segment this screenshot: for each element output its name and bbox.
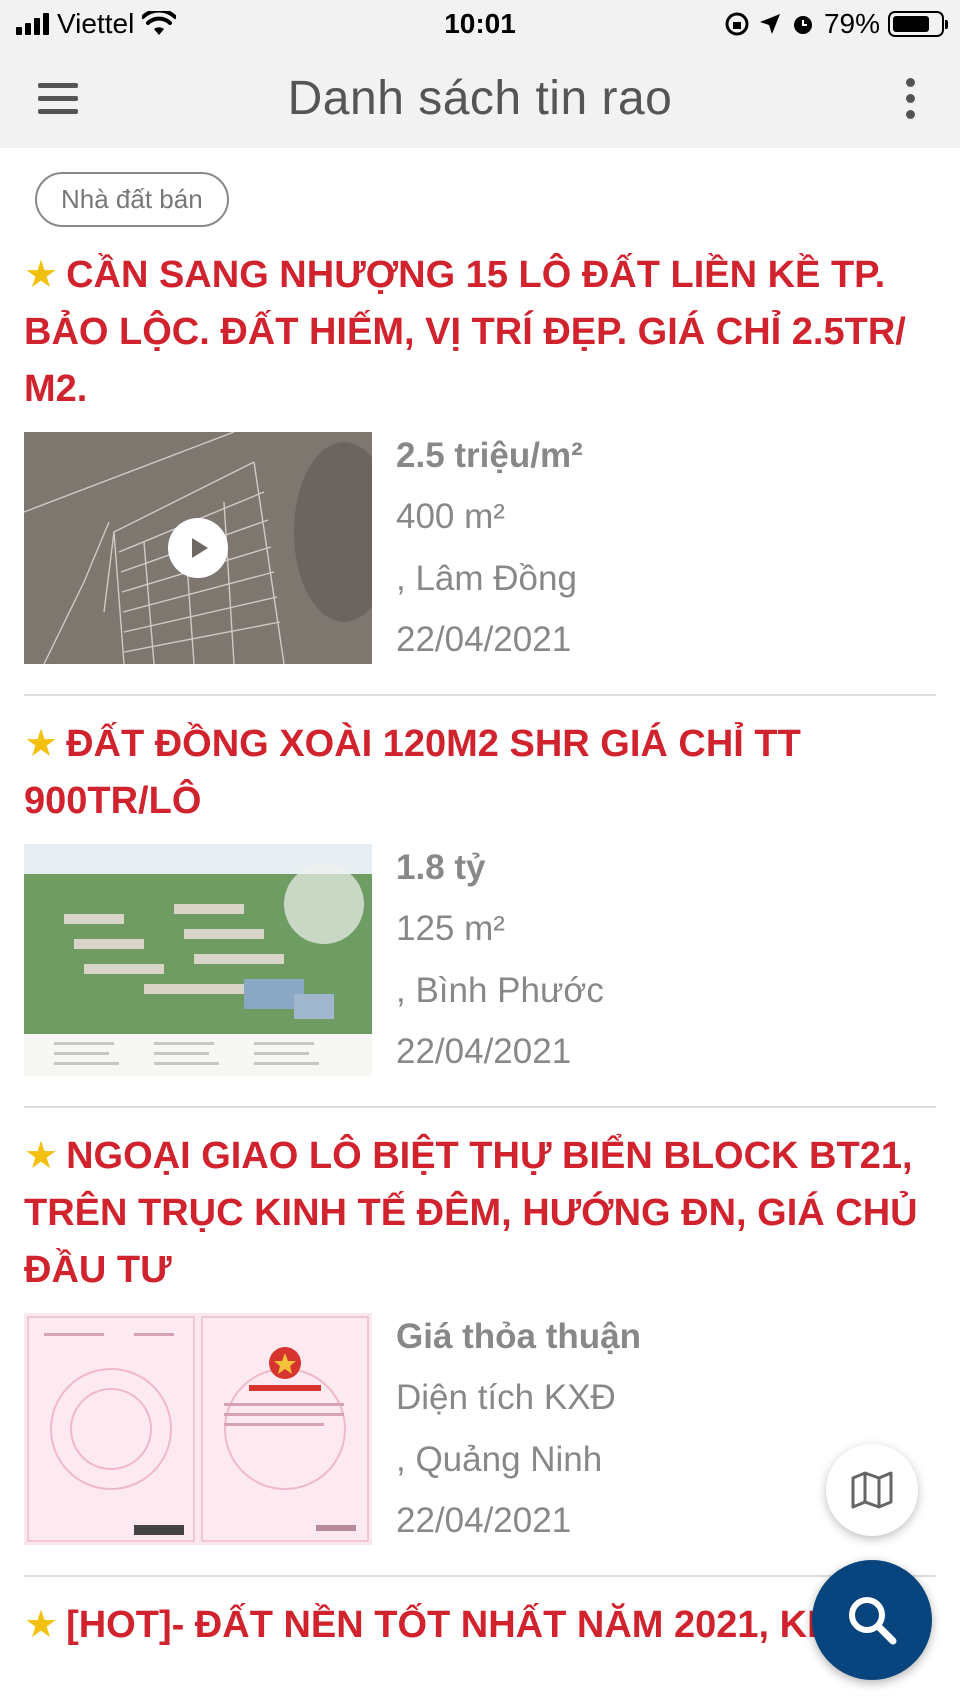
listing-price: 2.5 triệu/m² <box>396 436 583 475</box>
map-icon <box>851 1471 893 1509</box>
listing-info: 1.8 tỷ 125 m² , Bình Phước 22/04/2021 <box>396 844 604 1076</box>
listing-thumbnail[interactable] <box>24 844 372 1076</box>
listing-item[interactable]: ★ CẦN SANG NHƯỢNG 15 LÔ ĐẤT LIỀN KỀ TP. B… <box>24 227 936 696</box>
search-icon <box>849 1597 897 1645</box>
battery-percent: 79% <box>823 8 880 39</box>
listing-date: 22/04/2021 <box>396 1031 572 1071</box>
listing-body: 2.5 triệu/m² 400 m² , Lâm Đồng 22/04/202… <box>24 432 936 664</box>
listing-price: 1.8 tỷ <box>396 848 486 887</box>
listing-info: 2.5 triệu/m² 400 m² , Lâm Đồng 22/04/202… <box>396 432 583 664</box>
status-left: Viettel <box>16 8 177 40</box>
more-vertical-icon[interactable] <box>890 70 930 126</box>
carrier-name: Viettel <box>57 8 135 39</box>
listing-body: Giá thỏa thuận Diện tích KXĐ , Quảng Nin… <box>24 1313 936 1545</box>
status-right: 79% <box>724 8 948 40</box>
star-icon: ★ <box>24 254 59 296</box>
listing-item[interactable]: ★ NGOẠI GIAO LÔ BIỆT THỰ BIỂN BLOCK BT21,… <box>24 1108 936 1577</box>
location-arrow-icon <box>759 14 780 34</box>
play-icon[interactable] <box>168 518 228 578</box>
listing-content: Nhà đất bán ★ CẦN SANG NHƯỢNG 15 LÔ ĐẤT L… <box>0 148 960 1654</box>
star-icon: ★ <box>24 1135 59 1177</box>
filter-chip[interactable]: Nhà đất bán <box>35 172 229 227</box>
signal-icon <box>16 13 49 35</box>
listing-area: Diện tích KXĐ <box>396 1378 616 1418</box>
listing-title[interactable]: ★ [HOT]- ĐẤT NỀN TỐT NHẤT NĂM 2021, KHU <box>24 1597 936 1654</box>
wifi-icon <box>142 11 177 35</box>
rotation-lock-icon <box>725 12 749 36</box>
listing-location: , Quảng Ninh <box>396 1439 603 1479</box>
listing-info: Giá thỏa thuận Diện tích KXĐ , Quảng Nin… <box>396 1313 641 1545</box>
status-bar: Viettel 10:01 79% <box>0 0 960 48</box>
listing-area: 400 m² <box>396 497 505 537</box>
search-button[interactable] <box>812 1560 932 1680</box>
listing-price: Giá thỏa thuận <box>396 1317 641 1356</box>
listing-location: , Lâm Đồng <box>396 558 577 598</box>
battery-icon <box>888 11 948 37</box>
listing-title[interactable]: ★ NGOẠI GIAO LÔ BIỆT THỰ BIỂN BLOCK BT21,… <box>24 1128 936 1299</box>
listing-item[interactable]: ★ [HOT]- ĐẤT NỀN TỐT NHẤT NĂM 2021, KHU <box>24 1577 936 1654</box>
listing-location: , Bình Phước <box>396 970 604 1010</box>
star-icon: ★ <box>24 723 59 765</box>
listing-item[interactable]: ★ ĐẤT ĐỒNG XOÀI 120M2 SHR GIÁ CHỈ TT 900T… <box>24 696 936 1108</box>
app-bar: Danh sách tin rao <box>0 48 960 148</box>
listing-date: 22/04/2021 <box>396 619 572 659</box>
land-certificate-image <box>24 1313 372 1545</box>
alarm-icon <box>793 16 812 34</box>
menu-icon[interactable] <box>30 70 86 126</box>
listing-body: 1.8 tỷ 125 m² , Bình Phước 22/04/2021 <box>24 844 936 1076</box>
listing-area: 125 m² <box>396 909 505 949</box>
listing-thumbnail[interactable] <box>24 1313 372 1545</box>
listing-title[interactable]: ★ ĐẤT ĐỒNG XOÀI 120M2 SHR GIÁ CHỈ TT 900T… <box>24 716 936 830</box>
listing-thumbnail[interactable] <box>24 432 372 664</box>
aerial-render-image <box>24 844 372 1076</box>
map-view-button[interactable] <box>826 1444 918 1536</box>
star-icon: ★ <box>24 1604 59 1646</box>
page-title: Danh sách tin rao <box>287 71 673 125</box>
listing-title[interactable]: ★ CẦN SANG NHƯỢNG 15 LÔ ĐẤT LIỀN KỀ TP. B… <box>24 247 936 418</box>
listing-date: 22/04/2021 <box>396 1500 572 1540</box>
